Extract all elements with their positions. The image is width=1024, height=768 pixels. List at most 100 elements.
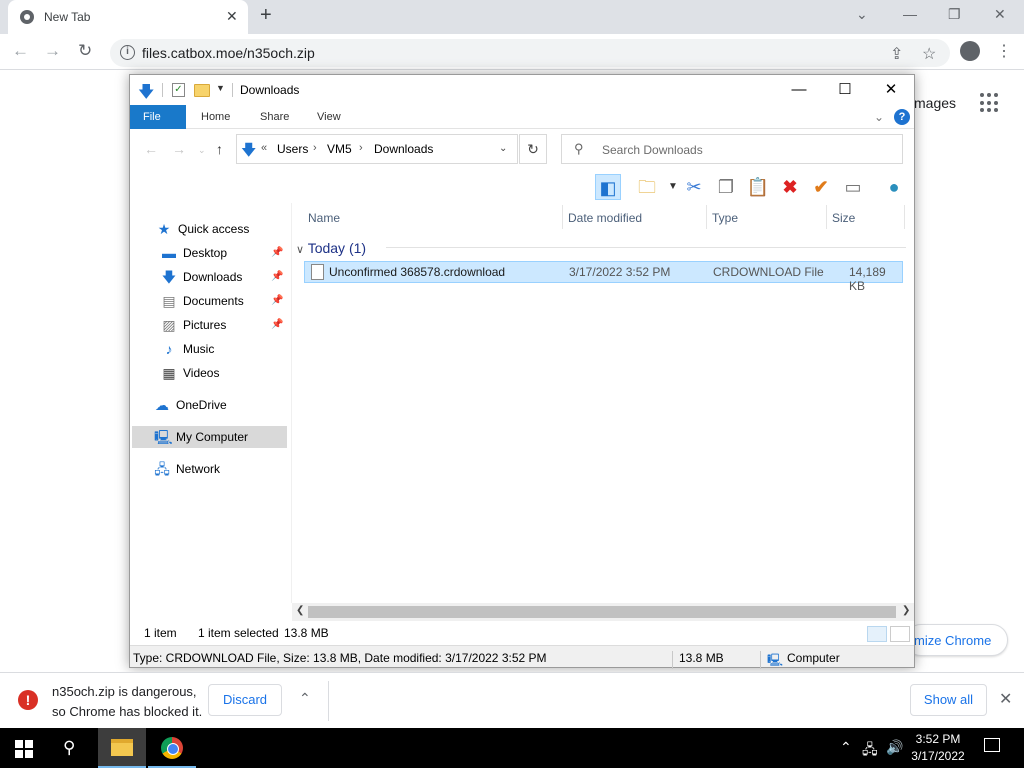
collapse-chevron-icon[interactable]: ∨ bbox=[296, 244, 304, 256]
windows-start-icon[interactable] bbox=[15, 740, 33, 758]
pin-icon[interactable]: 📌 bbox=[271, 314, 283, 336]
delete-icon[interactable]: ✖ bbox=[777, 174, 803, 200]
column-separator[interactable] bbox=[904, 205, 905, 229]
cut-icon[interactable]: ✂ bbox=[681, 174, 707, 200]
explorer-maximize-icon[interactable]: ☐ bbox=[822, 78, 868, 102]
column-name[interactable]: Name bbox=[308, 207, 340, 229]
computer-icon: 🖳 bbox=[154, 429, 173, 445]
tab-close-icon[interactable]: ✕ bbox=[226, 8, 238, 25]
horizontal-scrollbar[interactable]: ❮ ❯ bbox=[292, 603, 914, 621]
tab-home[interactable]: Home bbox=[188, 105, 243, 129]
share-icon[interactable]: ⇪ bbox=[890, 44, 903, 64]
customize-qat-icon[interactable]: ▼ bbox=[216, 83, 225, 93]
profile-avatar-icon[interactable] bbox=[960, 41, 980, 61]
taskbar-search-icon[interactable]: ⚲ bbox=[63, 738, 75, 758]
explorer-close-icon[interactable]: ✕ bbox=[868, 78, 914, 102]
nav-onedrive[interactable]: ☁ OneDrive bbox=[154, 394, 311, 416]
copy-icon[interactable]: ❐ bbox=[713, 174, 739, 200]
clock-date: 3/17/2022 bbox=[911, 749, 965, 763]
paste-icon[interactable]: 📋 bbox=[745, 174, 771, 200]
tab-file[interactable]: File bbox=[130, 105, 186, 129]
breadcrumb-separator[interactable]: › bbox=[313, 142, 317, 154]
window-title: Downloads bbox=[240, 83, 300, 97]
column-separator[interactable] bbox=[826, 205, 827, 229]
restore-icon[interactable]: ❐ bbox=[948, 6, 961, 23]
close-shelf-icon[interactable]: ✕ bbox=[999, 689, 1012, 709]
search-input[interactable]: ⚲ Search Downloads bbox=[561, 134, 903, 164]
discard-button[interactable]: Discard bbox=[208, 684, 282, 716]
scroll-right-icon[interactable]: ❯ bbox=[902, 605, 910, 616]
column-type[interactable]: Type bbox=[712, 207, 738, 229]
site-info-icon[interactable]: i bbox=[120, 45, 135, 60]
url-text[interactable]: files.catbox.moe/n35och.zip bbox=[142, 45, 315, 61]
images-link[interactable]: mages bbox=[914, 95, 956, 111]
details-separator bbox=[672, 651, 673, 669]
new-tab-button[interactable]: + bbox=[260, 4, 272, 27]
breadcrumb-downloads[interactable]: Downloads bbox=[374, 142, 433, 156]
notification-center-icon[interactable] bbox=[984, 738, 1000, 752]
properties-toolbar-icon[interactable]: ▭ bbox=[840, 174, 866, 200]
volume-icon[interactable]: 🔊 bbox=[886, 739, 903, 756]
chrome-menu-icon[interactable]: ⋮ bbox=[996, 41, 1012, 61]
scroll-left-icon[interactable]: ❮ bbox=[296, 605, 304, 616]
file-row[interactable]: Unconfirmed 368578.crdownload 3/17/2022 … bbox=[304, 261, 903, 293]
taskbar-file-explorer[interactable] bbox=[98, 728, 146, 768]
column-separator[interactable] bbox=[562, 205, 563, 229]
taskbar-chrome[interactable] bbox=[148, 728, 196, 768]
explorer-minimize-icon[interactable]: — bbox=[776, 78, 822, 102]
refresh-button[interactable]: ↻ bbox=[519, 134, 547, 164]
download-options-chevron-icon[interactable]: ⌃ bbox=[299, 690, 311, 707]
pin-icon[interactable]: 📌 bbox=[271, 266, 283, 288]
reload-icon[interactable]: ↻ bbox=[78, 41, 92, 61]
google-apps-icon[interactable] bbox=[980, 93, 1000, 113]
explorer-address-bar[interactable]: 🡇 « Users › VM5 › Downloads ⌄ bbox=[236, 134, 518, 164]
show-all-button[interactable]: Show all bbox=[910, 684, 987, 716]
back-icon[interactable]: ← bbox=[12, 41, 29, 61]
pin-icon[interactable]: 📌 bbox=[271, 242, 283, 264]
network-globe-icon[interactable]: ● bbox=[881, 174, 907, 200]
address-dropdown-icon[interactable]: ⌄ bbox=[499, 143, 507, 154]
large-icons-view-icon[interactable] bbox=[890, 626, 910, 642]
nav-my-computer[interactable]: 🖳 My Computer bbox=[132, 426, 287, 448]
expand-ribbon-icon[interactable]: ⌄ bbox=[874, 110, 884, 124]
preview-pane-icon[interactable]: ◧ bbox=[595, 174, 621, 200]
close-window-icon[interactable]: ✕ bbox=[994, 6, 1006, 23]
up-folder-icon[interactable]: ↑ bbox=[216, 141, 223, 157]
bookmark-star-icon[interactable]: ☆ bbox=[922, 44, 936, 64]
tab-view[interactable]: View bbox=[304, 105, 354, 129]
details-text: Type: CRDOWNLOAD File, Size: 13.8 MB, Da… bbox=[133, 651, 547, 665]
forward-icon[interactable]: → bbox=[44, 41, 61, 61]
group-header-today[interactable]: ∨ Today (1) bbox=[296, 238, 366, 258]
taskbar-clock[interactable]: 3:52 PM 3/17/2022 bbox=[906, 731, 970, 765]
new-folder-toolbar-icon[interactable]: 🗀 bbox=[634, 174, 660, 200]
breadcrumb-separator[interactable]: › bbox=[359, 142, 363, 154]
explorer-back-icon[interactable]: ← bbox=[144, 141, 158, 157]
tray-overflow-chevron-icon[interactable]: ⌃ bbox=[840, 739, 852, 756]
details-view-icon[interactable] bbox=[867, 626, 887, 642]
rename-check-icon[interactable]: ✔ bbox=[808, 174, 834, 200]
breadcrumb-vm5[interactable]: VM5 bbox=[327, 142, 352, 156]
tab-search-icon[interactable]: ⌄ bbox=[856, 6, 868, 23]
nav-quick-access[interactable]: ★ Quick access bbox=[156, 218, 313, 240]
column-date-modified[interactable]: Date modified bbox=[568, 207, 642, 229]
properties-icon[interactable]: ✓ bbox=[172, 83, 185, 97]
column-size[interactable]: Size bbox=[832, 207, 855, 229]
details-size: 13.8 MB bbox=[679, 651, 724, 665]
recent-locations-icon[interactable]: ⌄ bbox=[198, 145, 206, 156]
breadcrumb-prefix[interactable]: « bbox=[261, 142, 267, 154]
network-tray-icon[interactable]: 🖧 bbox=[862, 739, 878, 763]
column-separator[interactable] bbox=[706, 205, 707, 229]
pin-icon[interactable]: 📌 bbox=[271, 290, 283, 312]
address-bar[interactable]: i files.catbox.moe/n35och.zip ⇪ ☆ bbox=[110, 39, 950, 67]
file-list-pane: Name Date modified Type Size ∨ Today (1)… bbox=[292, 203, 914, 603]
help-icon[interactable]: ? bbox=[894, 109, 910, 125]
breadcrumb-users[interactable]: Users bbox=[277, 142, 308, 156]
explorer-forward-icon[interactable]: → bbox=[172, 141, 186, 157]
tab-new-tab[interactable]: New Tab ✕ bbox=[8, 0, 248, 34]
tab-share[interactable]: Share bbox=[247, 105, 302, 129]
customize-chrome-button[interactable]: mize Chrome bbox=[905, 624, 1008, 656]
minimize-icon[interactable]: — bbox=[903, 6, 917, 22]
scroll-thumb[interactable] bbox=[308, 606, 896, 618]
nav-network[interactable]: 🖧 Network bbox=[154, 458, 311, 480]
new-folder-icon[interactable] bbox=[194, 84, 210, 97]
